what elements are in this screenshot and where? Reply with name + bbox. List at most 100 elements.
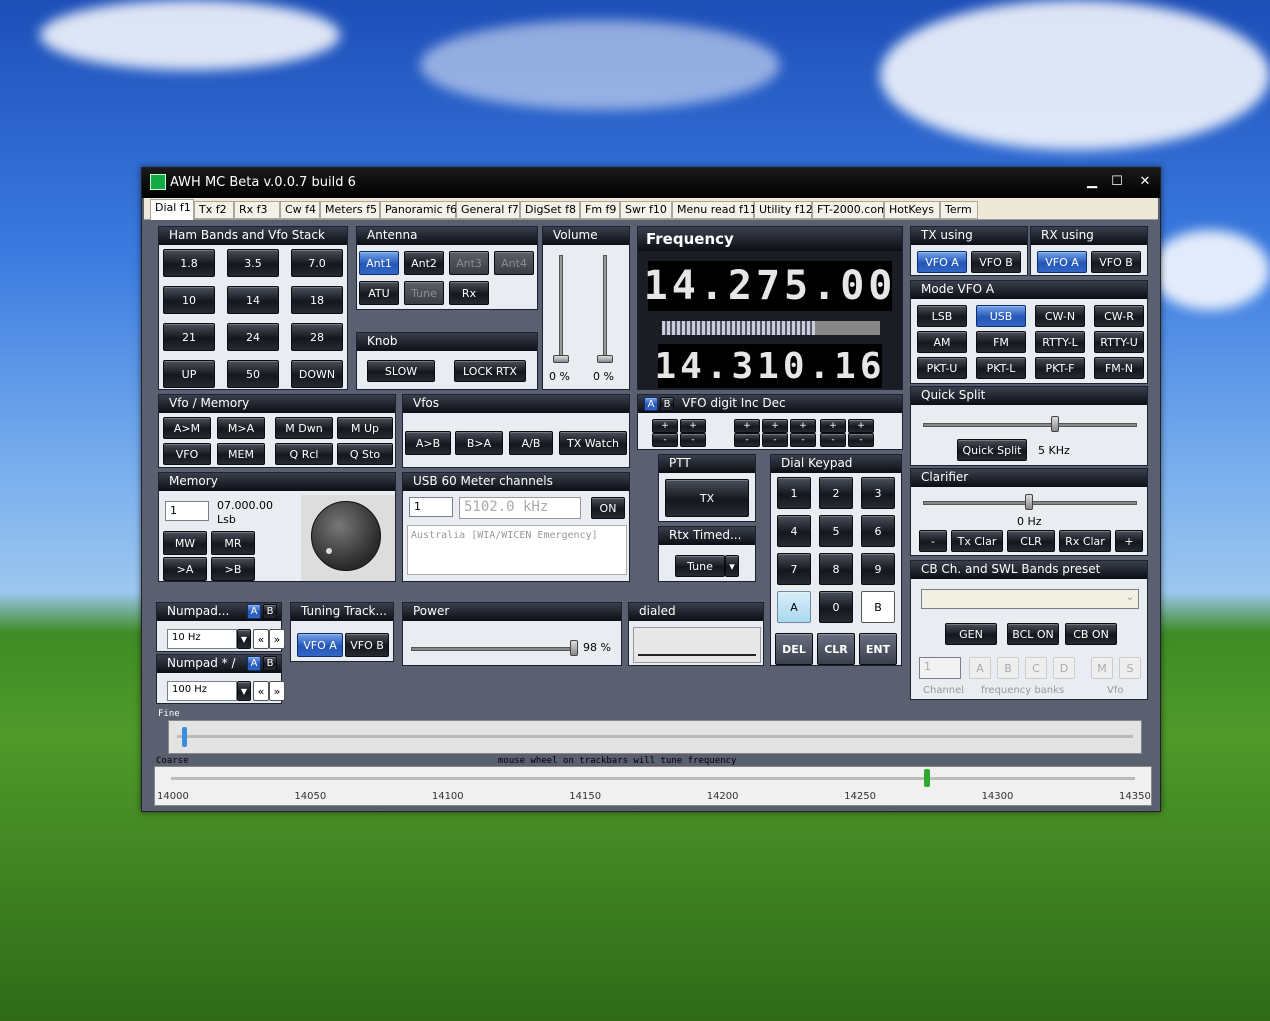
key-9-button[interactable]: 9 bbox=[861, 553, 895, 585]
vfo-mem-mem-button[interactable]: MEM bbox=[217, 443, 265, 465]
volume-right-thumb[interactable] bbox=[597, 355, 613, 363]
bank-d-button[interactable]: D bbox=[1053, 657, 1075, 679]
key-0-button[interactable]: 0 bbox=[819, 591, 853, 623]
key-4-button[interactable]: 4 bbox=[777, 515, 811, 547]
antenna-ant1-button[interactable]: Ant1 bbox=[359, 251, 399, 275]
mode-cw-r-button[interactable]: CW-R bbox=[1094, 305, 1144, 327]
tx-vfo-b-button[interactable]: VFO B bbox=[971, 251, 1021, 273]
power-thumb[interactable] bbox=[569, 640, 578, 656]
band-button-1-8[interactable]: 1.8 bbox=[163, 249, 215, 277]
bank-a-button[interactable]: A bbox=[969, 657, 991, 679]
vfo-mem-m-dwn-button[interactable]: M Dwn bbox=[275, 417, 333, 439]
power-slider[interactable] bbox=[411, 647, 577, 651]
vfo-mem-q-rcl-button[interactable]: Q Rcl bbox=[275, 443, 333, 465]
clarifier-minus-button[interactable]: - bbox=[919, 530, 947, 552]
digit-vfo-b-button[interactable]: B bbox=[660, 397, 674, 411]
volume-left-thumb[interactable] bbox=[553, 355, 569, 363]
tab-fm[interactable]: Fm f9 bbox=[580, 201, 620, 219]
minimize-button[interactable]: ▁ bbox=[1082, 174, 1102, 189]
tab-utility[interactable]: Utility f12 bbox=[754, 201, 813, 219]
digit-dec-button[interactable]: - bbox=[848, 433, 874, 447]
digit-dec-button[interactable]: - bbox=[652, 433, 678, 447]
mode-rtty-l-button[interactable]: RTTY-L bbox=[1035, 331, 1085, 353]
coarse-thumb[interactable] bbox=[923, 769, 930, 787]
chevron-down-icon[interactable]: ▼ bbox=[237, 681, 251, 701]
band-button-21[interactable]: 21 bbox=[163, 323, 215, 351]
numpad2-step-select[interactable]: 100 Hz bbox=[167, 681, 237, 701]
key-7-button[interactable]: 7 bbox=[777, 553, 811, 585]
digit-dec-button[interactable]: - bbox=[762, 433, 788, 447]
mode-pkt-f-button[interactable]: PKT-F bbox=[1035, 357, 1085, 379]
band-button-down[interactable]: DOWN bbox=[291, 360, 343, 388]
cb-on-button[interactable]: CB ON bbox=[1065, 623, 1117, 645]
vfos-a-b-button[interactable]: A/B bbox=[509, 431, 553, 455]
digit-dec-button[interactable]: - bbox=[790, 433, 816, 447]
lock-rtx-button[interactable]: LOCK RTX bbox=[454, 360, 526, 382]
tune-button[interactable]: Tune bbox=[675, 555, 725, 577]
digit-vfo-a-button[interactable]: A bbox=[644, 397, 658, 411]
vfo-mem-q-sto-button[interactable]: Q Sto bbox=[337, 443, 393, 465]
vfo-m-button[interactable]: M bbox=[1091, 657, 1113, 679]
band-button-14[interactable]: 14 bbox=[227, 286, 279, 314]
digit-inc-button[interactable]: + bbox=[652, 419, 678, 433]
vfo-mem-vfo-button[interactable]: VFO bbox=[163, 443, 211, 465]
clarifier-thumb[interactable] bbox=[1025, 494, 1033, 510]
mode-pkt-l-button[interactable]: PKT-L bbox=[976, 357, 1026, 379]
tab-rx[interactable]: Rx f3 bbox=[234, 201, 280, 219]
vfo-mem-m-a-button[interactable]: M>A bbox=[217, 417, 265, 439]
tx-vfo-a-button[interactable]: VFO A bbox=[917, 251, 967, 273]
tab-swr[interactable]: Swr f10 bbox=[620, 201, 672, 219]
clarifier-clr-button[interactable]: CLR bbox=[1007, 530, 1055, 552]
numpad2-b-button[interactable]: B bbox=[263, 656, 277, 671]
tab-panoramic[interactable]: Panoramic f6 bbox=[380, 201, 457, 219]
band-button-3-5[interactable]: 3.5 bbox=[227, 249, 279, 277]
key-ent-button[interactable]: ENT bbox=[859, 633, 897, 665]
digit-inc-button[interactable]: + bbox=[680, 419, 706, 433]
mode-usb-button[interactable]: USB bbox=[976, 305, 1026, 327]
digit-inc-button[interactable]: + bbox=[762, 419, 788, 433]
tab-digset[interactable]: DigSet f8 bbox=[520, 201, 580, 219]
band-button-10[interactable]: 10 bbox=[163, 286, 215, 314]
digit-dec-button[interactable]: - bbox=[820, 433, 846, 447]
key-6-button[interactable]: 6 bbox=[861, 515, 895, 547]
numpad1-a-button[interactable]: A bbox=[247, 604, 261, 619]
usb60-channel-spin[interactable]: 1 bbox=[409, 497, 453, 517]
key-clr-button[interactable]: CLR bbox=[817, 633, 855, 665]
tx-button[interactable]: TX bbox=[665, 479, 749, 517]
tab-term[interactable]: Term bbox=[940, 201, 978, 219]
mode-fm-n-button[interactable]: FM-N bbox=[1094, 357, 1144, 379]
vfos-tx-watch-button[interactable]: TX Watch bbox=[559, 431, 627, 455]
antenna-rx-button[interactable]: Rx bbox=[449, 281, 489, 305]
to-b-button[interactable]: >B bbox=[211, 557, 255, 581]
mode-pkt-u-button[interactable]: PKT-U bbox=[917, 357, 967, 379]
tab-hotkeys[interactable]: HotKeys bbox=[884, 201, 940, 219]
rewind-icon[interactable]: « bbox=[253, 681, 269, 701]
tab-tx[interactable]: Tx f2 bbox=[194, 201, 234, 219]
fast-forward-icon[interactable]: » bbox=[269, 681, 285, 701]
slow-button[interactable]: SLOW bbox=[367, 360, 435, 382]
mode-cw-n-button[interactable]: CW-N bbox=[1035, 305, 1085, 327]
band-button-50[interactable]: 50 bbox=[227, 360, 279, 388]
tab-meters[interactable]: Meters f5 bbox=[320, 201, 380, 219]
digit-dec-button[interactable]: - bbox=[680, 433, 706, 447]
digit-inc-button[interactable]: + bbox=[734, 419, 760, 433]
maximize-button[interactable]: ☐ bbox=[1107, 174, 1127, 189]
tab-cw[interactable]: Cw f4 bbox=[280, 201, 320, 219]
key-8-button[interactable]: 8 bbox=[819, 553, 853, 585]
quick-split-button[interactable]: Quick Split bbox=[957, 439, 1027, 461]
key-3-button[interactable]: 3 bbox=[861, 477, 895, 509]
volume-left-slider[interactable] bbox=[559, 255, 563, 363]
bcl-on-button[interactable]: BCL ON bbox=[1007, 623, 1059, 645]
tab-dial[interactable]: Dial f1 bbox=[150, 199, 194, 220]
quick-split-slider[interactable] bbox=[923, 423, 1137, 427]
fine-thumb[interactable] bbox=[182, 727, 187, 747]
band-button-28[interactable]: 28 bbox=[291, 323, 343, 351]
fine-trackbar[interactable] bbox=[168, 720, 1142, 754]
digit-inc-button[interactable]: + bbox=[848, 419, 874, 433]
mode-fm-button[interactable]: FM bbox=[976, 331, 1026, 353]
mode-am-button[interactable]: AM bbox=[917, 331, 967, 353]
clarifier-plus-button[interactable]: + bbox=[1115, 530, 1143, 552]
track-vfo-b-button[interactable]: VFO B bbox=[345, 633, 389, 657]
usb60-on-button[interactable]: ON bbox=[591, 497, 625, 519]
memory-channel-spin[interactable]: 1 bbox=[165, 501, 209, 521]
